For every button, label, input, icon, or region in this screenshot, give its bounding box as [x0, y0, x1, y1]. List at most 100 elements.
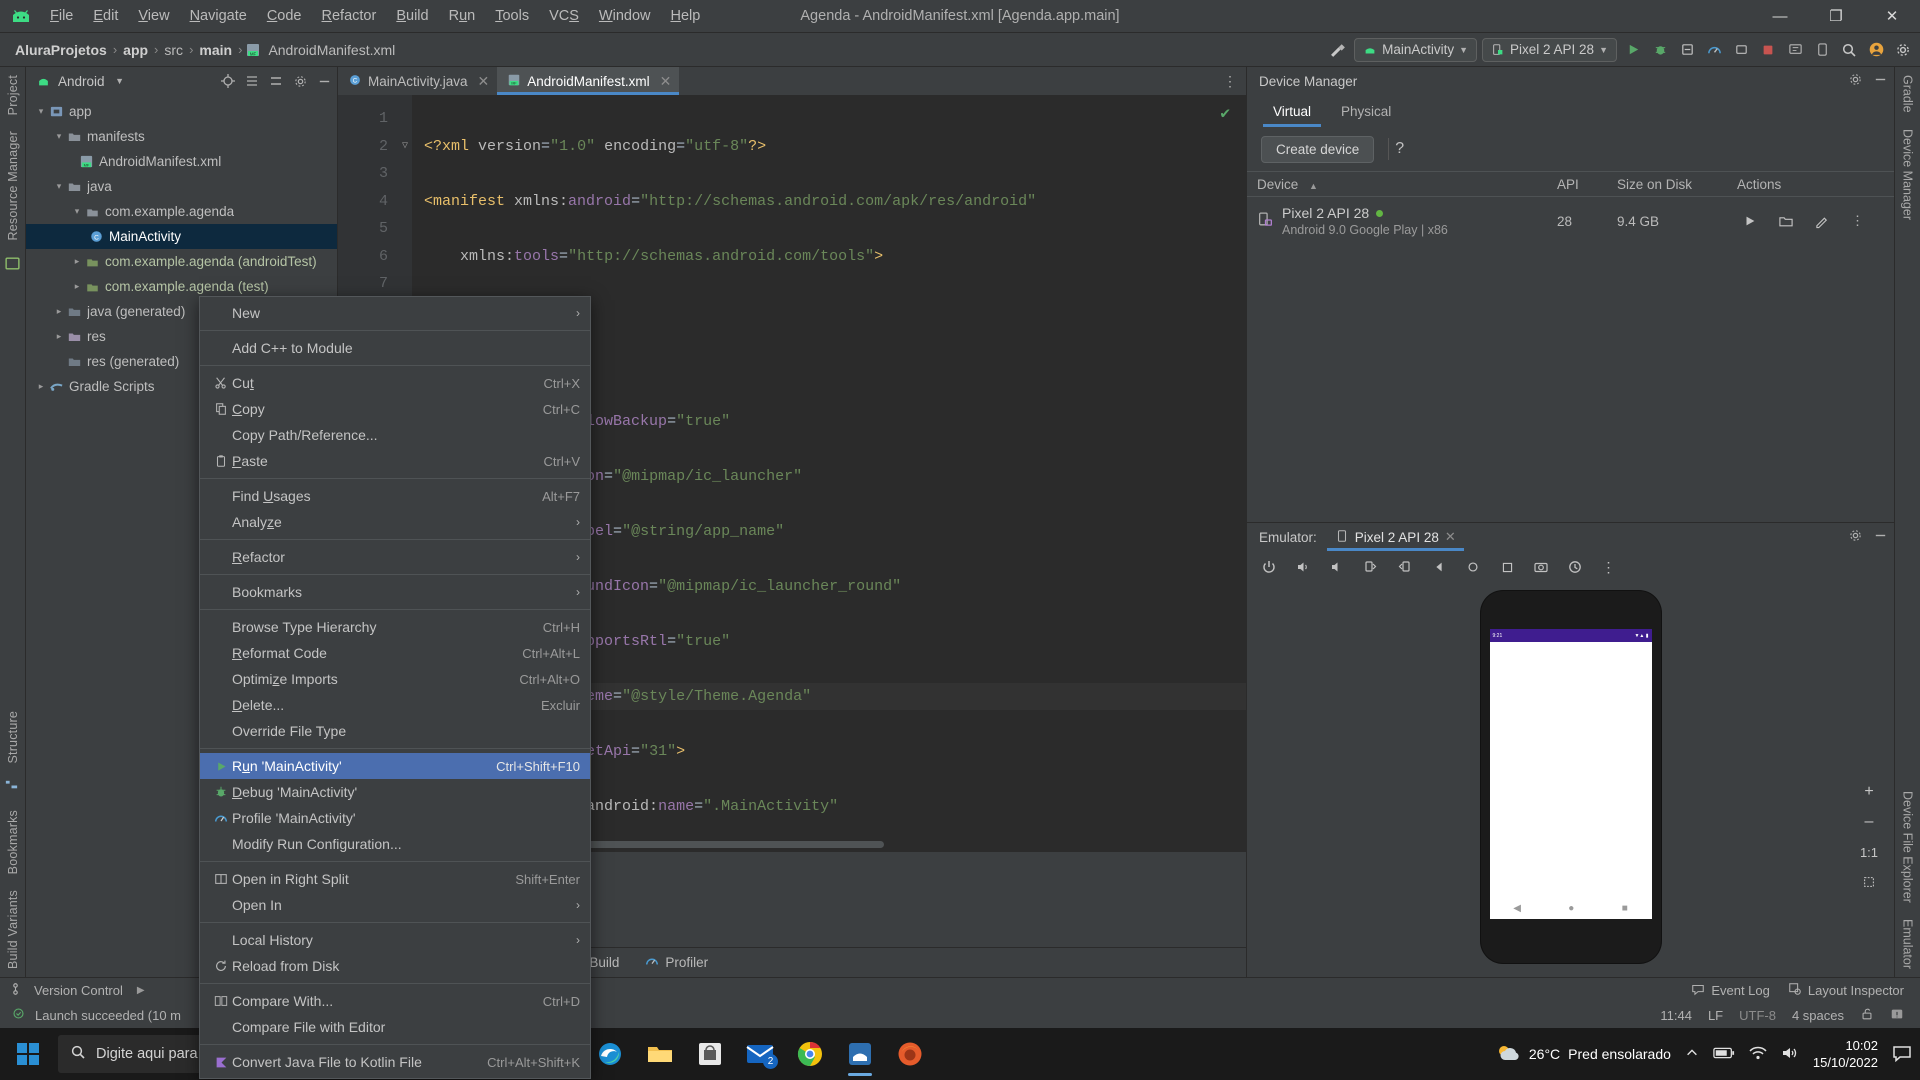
rail-item-device-manager[interactable]: Device Manager: [1901, 121, 1915, 228]
nav-back-icon[interactable]: ◀: [1513, 903, 1521, 914]
volume-icon[interactable]: [1781, 1045, 1799, 1064]
hide-panel-icon[interactable]: [1873, 528, 1888, 546]
device-selector[interactable]: Pixel 2 API 28 ▼: [1482, 37, 1617, 62]
chrome-icon[interactable]: [786, 1030, 834, 1078]
overview-icon[interactable]: [1497, 557, 1517, 577]
menu-edit[interactable]: Edit: [83, 5, 128, 27]
avd-manager-icon[interactable]: [1811, 39, 1833, 61]
menu-item-override-file-type[interactable]: Override File Type: [200, 718, 590, 744]
rotate-left-icon[interactable]: [1361, 557, 1381, 577]
menu-bar[interactable]: File Edit View Navigate Code Refactor Bu…: [40, 5, 710, 27]
tree-node-java[interactable]: ▾ java: [26, 174, 337, 199]
hide-panel-icon[interactable]: [315, 72, 333, 90]
profiler-icon[interactable]: [1703, 39, 1725, 61]
store-icon[interactable]: [686, 1030, 734, 1078]
hammer-icon[interactable]: [1327, 39, 1349, 61]
editor-tab-androidmanifest[interactable]: MF AndroidManifest.xml ✕: [497, 67, 680, 95]
toolwindow-profiler[interactable]: Profiler: [645, 954, 708, 971]
chevron-right-icon[interactable]: ▸: [34, 381, 48, 392]
debug-button[interactable]: [1649, 39, 1671, 61]
status-version-control[interactable]: Version Control: [34, 983, 123, 998]
chevron-right-icon[interactable]: ▸: [52, 331, 66, 342]
menu-item-compare-file-with-editor[interactable]: Compare File with Editor: [200, 1014, 590, 1040]
menu-item-paste[interactable]: Paste Ctrl+V: [200, 448, 590, 474]
notification-center-icon[interactable]: [1892, 1044, 1912, 1065]
menu-vcs[interactable]: VCS: [539, 5, 589, 27]
tree-node-package-androidtest[interactable]: ▸ com.example.agenda (androidTest): [26, 249, 337, 274]
volume-up-icon[interactable]: [1293, 557, 1313, 577]
menu-item-open-in[interactable]: Open In ›: [200, 892, 590, 918]
tree-node-mainactivity[interactable]: C MainActivity: [26, 224, 337, 249]
chevron-down-icon[interactable]: ▾: [52, 181, 66, 192]
back-icon[interactable]: [1429, 557, 1449, 577]
layout-editor-icon[interactable]: [4, 255, 22, 273]
close-button[interactable]: ✕: [1864, 0, 1920, 33]
breadcrumb-item-main[interactable]: main: [196, 42, 235, 58]
mail-icon[interactable]: 2: [736, 1030, 784, 1078]
stop-icon[interactable]: [1757, 39, 1779, 61]
rail-item-device-file-explorer[interactable]: Device File Explorer: [1901, 783, 1915, 911]
breadcrumb-item-app[interactable]: app: [120, 42, 151, 58]
create-device-button[interactable]: Create device: [1261, 135, 1375, 163]
menu-item-browse-type-hierarchy[interactable]: Browse Type Hierarchy Ctrl+H: [200, 614, 590, 640]
nav-home-icon[interactable]: ●: [1568, 903, 1574, 914]
menu-item-bookmarks[interactable]: Bookmarks ›: [200, 579, 590, 605]
expand-all-icon[interactable]: [243, 72, 261, 90]
chevron-right-icon[interactable]: ▸: [70, 281, 84, 292]
search-icon[interactable]: [1838, 39, 1860, 61]
unlocked-icon[interactable]: [1860, 1007, 1874, 1024]
menu-item-cut[interactable]: Cut Ctrl+X: [200, 370, 590, 396]
file-explorer-icon[interactable]: [636, 1030, 684, 1078]
breadcrumb-item-src[interactable]: src: [161, 42, 186, 58]
collapse-all-icon[interactable]: [267, 72, 285, 90]
menu-item-debug-mainactivity[interactable]: Debug 'MainActivity': [200, 779, 590, 805]
column-header-actions[interactable]: Actions: [1727, 177, 1894, 192]
menu-item-local-history[interactable]: Local History ›: [200, 927, 590, 953]
menu-view[interactable]: View: [128, 5, 179, 27]
chevron-down-icon[interactable]: ▾: [52, 131, 66, 142]
notification-icon[interactable]: [1890, 1007, 1904, 1024]
emulator-tab[interactable]: Pixel 2 API 28 ✕: [1326, 524, 1464, 551]
close-icon[interactable]: ✕: [1445, 529, 1456, 545]
emulator-stage[interactable]: 9:21 ▼▲ ▮ ◀ ● ■ + – 1:1: [1247, 583, 1894, 977]
screenshot-icon[interactable]: [1531, 557, 1551, 577]
structure-icon[interactable]: [4, 778, 22, 796]
settings-gear-icon[interactable]: [291, 72, 309, 90]
attach-debugger-icon[interactable]: [1730, 39, 1752, 61]
device-screen[interactable]: 9:21 ▼▲ ▮: [1489, 629, 1652, 919]
history-icon[interactable]: [1565, 557, 1585, 577]
emulated-device[interactable]: 9:21 ▼▲ ▮ ◀ ● ■: [1480, 591, 1661, 963]
menu-item-add-cpp-to-module[interactable]: Add C++ to Module: [200, 335, 590, 361]
run-button[interactable]: [1622, 39, 1644, 61]
menu-window[interactable]: Window: [589, 5, 661, 27]
run-device-icon[interactable]: [1737, 209, 1763, 233]
sdk-manager-icon[interactable]: [1784, 39, 1806, 61]
menu-item-convert-java-to-kotlin[interactable]: Convert Java File to Kotlin File Ctrl+Al…: [200, 1049, 590, 1075]
menu-item-modify-run-configuration[interactable]: Modify Run Configuration...: [200, 831, 590, 857]
menu-item-copy-path-reference[interactable]: Copy Path/Reference...: [200, 422, 590, 448]
account-icon[interactable]: [1865, 39, 1887, 61]
menu-run[interactable]: Run: [439, 5, 486, 27]
apply-changes-icon[interactable]: [1676, 39, 1698, 61]
breadcrumb-item-project[interactable]: AluraProjetos: [12, 42, 110, 58]
maximize-button[interactable]: ❐: [1808, 0, 1864, 33]
zoom-out-button[interactable]: –: [1854, 808, 1884, 836]
battery-icon[interactable]: [1713, 1046, 1735, 1063]
show-hidden-icons-icon[interactable]: [1685, 1046, 1699, 1063]
taskbar-clock[interactable]: 10:02 15/10/2022: [1813, 1037, 1878, 1071]
folder-icon[interactable]: [1773, 209, 1799, 233]
caret-position[interactable]: 11:44: [1660, 1008, 1692, 1023]
nav-recents-icon[interactable]: ■: [1622, 903, 1628, 914]
menu-item-copy[interactable]: Copy Ctrl+C: [200, 396, 590, 422]
tab-virtual[interactable]: Virtual: [1259, 95, 1325, 127]
editor-tab-mainactivity[interactable]: C MainActivity.java ✕: [338, 67, 497, 95]
file-encoding[interactable]: UTF-8: [1739, 1008, 1776, 1023]
edit-device-icon[interactable]: [1809, 209, 1835, 233]
column-header-device[interactable]: Device ▲: [1247, 177, 1547, 192]
more-options-icon[interactable]: ⋮: [1845, 209, 1871, 233]
menu-item-profile-mainactivity[interactable]: Profile 'MainActivity': [200, 805, 590, 831]
menu-tools[interactable]: Tools: [485, 5, 539, 27]
column-header-api[interactable]: API: [1547, 177, 1607, 192]
device-navigation-bar[interactable]: ◀ ● ■: [1489, 897, 1652, 919]
menu-item-optimize-imports[interactable]: Optimize Imports Ctrl+Alt+O: [200, 666, 590, 692]
